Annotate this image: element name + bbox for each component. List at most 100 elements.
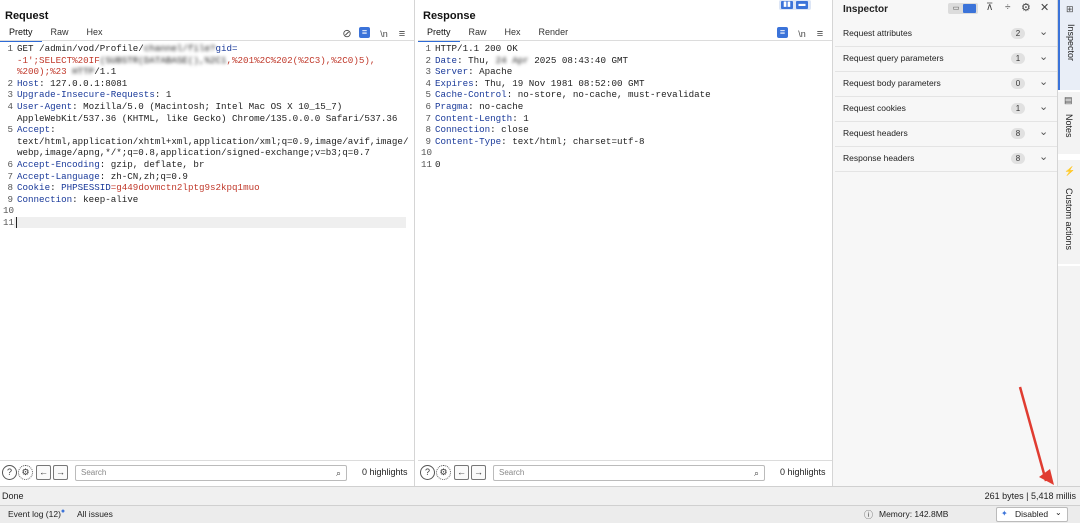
response-title: Response	[423, 10, 476, 22]
code-line: 7 Accept-Language: zh-CN,zh;q=0.9	[7, 170, 409, 183]
chevron-down-icon[interactable]: ⌄	[1039, 75, 1048, 88]
line-number: 1	[425, 43, 431, 54]
back-arrow-icon[interactable]: ←	[454, 465, 469, 480]
inspector-section[interactable]: Response headers 8 ⌄	[835, 147, 1057, 172]
request-tabs: Pretty Raw Hex	[0, 24, 112, 42]
disabled-selector[interactable]: ✦ Disabled ⌄	[996, 507, 1068, 522]
expand-all-icon[interactable]: ÷	[1005, 2, 1011, 13]
layout-panel-icon[interactable]	[963, 4, 976, 13]
red-arrow-annotation	[1018, 386, 1054, 485]
side-tab-notes[interactable]: ▤ Notes	[1058, 92, 1080, 154]
chevron-down-icon[interactable]: ⌄	[1039, 125, 1048, 138]
tab-hex[interactable]: Hex	[78, 24, 112, 40]
newline-toggle-icon[interactable]: \n	[377, 27, 391, 41]
request-pane: Request Pretty Raw Hex ⊘ ≡ \n ≡ 1 GET /admi…	[0, 0, 414, 486]
inspector-section-label: Request attributes	[843, 28, 912, 38]
chevron-down-icon[interactable]: ⌄	[1039, 50, 1048, 63]
code-line: 9 Content-Type: text/html; charset=utf-8	[425, 136, 827, 148]
back-arrow-icon[interactable]: ←	[36, 465, 51, 480]
header-name: Upgrade-Insecure-Requests	[17, 89, 155, 101]
code-line: webp,image/apng,*/*;q=0.8,application/si…	[17, 147, 409, 159]
event-log-link[interactable]: Event log (12)●	[8, 508, 65, 519]
all-issues-link[interactable]: All issues	[77, 509, 113, 519]
settings-gear-icon[interactable]: ⚙	[18, 465, 33, 480]
inspector-layout-toggle[interactable]: ▭	[948, 3, 978, 14]
response-search-bar: ? ⚙ ← → Search ⌕ 0 highlights	[418, 460, 832, 485]
forward-arrow-icon[interactable]: →	[53, 465, 68, 480]
footer-bar: Event log (12)● All issues ⓘ Memory: 142…	[0, 505, 1080, 523]
pretty-print-icon[interactable]: ≡	[359, 27, 370, 38]
code-line: 1 GET /admin/vod/Profile/channel/file?gid…	[7, 43, 409, 55]
code-line: 2 Date: Thu, 24 Apr 2025 08:43:40 GMT	[425, 54, 827, 67]
response-editor[interactable]: 1 HTTP/1.1 200 OK 2 Date: Thu, 24 Apr 2025 …	[421, 43, 827, 171]
inspector-section[interactable]: Request body parameters 0 ⌄	[835, 72, 1057, 97]
settings-gear-icon[interactable]: ⚙	[436, 465, 451, 480]
chevron-down-icon[interactable]: ⌄	[1039, 150, 1048, 163]
count-badge: 1	[1011, 103, 1025, 114]
search-icon: ⌕	[753, 468, 759, 478]
side-tab-custom-actions[interactable]: ⚡ Custom actions	[1058, 160, 1080, 264]
line-number: 3	[425, 66, 431, 78]
line-number: 1	[7, 43, 13, 54]
tab-raw[interactable]: Raw	[460, 24, 496, 40]
side-tab-inspector[interactable]: ⊞ Inspector	[1058, 0, 1080, 90]
settings-gear-icon[interactable]: ⚙	[1021, 1, 1031, 14]
tab-hex[interactable]: Hex	[496, 24, 530, 40]
line-number: 8	[425, 124, 431, 136]
close-icon[interactable]: ✕	[1040, 1, 1049, 14]
split-vertical-icon[interactable]: ▬	[796, 1, 808, 9]
forward-arrow-icon[interactable]: →	[471, 465, 486, 480]
menu-icon[interactable]: ≡	[395, 27, 409, 41]
code-line: 7 Content-Length: 1	[425, 112, 827, 125]
tab-render[interactable]: Render	[530, 24, 578, 40]
chevron-down-icon[interactable]: ⌄	[1039, 100, 1048, 113]
pretty-print-icon[interactable]: ≡	[777, 27, 788, 38]
side-tab-notes-label: Notes	[1064, 114, 1074, 138]
help-icon[interactable]: ?	[420, 465, 435, 480]
hide-eye-icon[interactable]: ⊘	[340, 27, 354, 41]
code-line: 10	[3, 205, 409, 217]
code-text: webp,image/apng,*/*;q=0.8,application/si…	[17, 147, 370, 159]
line-number: 11	[3, 216, 15, 228]
code-line: 6 Pragma: no-cache	[425, 101, 827, 113]
inspector-title: Inspector	[843, 4, 889, 15]
chevron-down-icon[interactable]: ⌄	[1039, 25, 1048, 38]
header-name: gid=	[215, 43, 238, 54]
header-name: Accept	[17, 124, 51, 136]
inspector-section[interactable]: Request query parameters 1 ⌄	[835, 47, 1057, 72]
code-text: /1.1	[94, 66, 117, 78]
tab-raw[interactable]: Raw	[42, 24, 78, 40]
code-line: 6 Accept-Encoding: gzip, deflate, br	[7, 159, 409, 171]
newline-toggle-icon[interactable]: \n	[795, 27, 809, 41]
code-text: : no-store, no-cache, must-revalidate	[506, 89, 711, 101]
code-text: : 1	[512, 112, 529, 124]
split-horizontal-icon[interactable]: ▮▮	[781, 1, 793, 9]
custom-actions-icon: ⚡	[1064, 166, 1076, 176]
request-search-input[interactable]: Search ⌕	[75, 465, 347, 481]
redacted-text: (SUBSTR(DATABASE(),%2C1	[99, 54, 227, 66]
line-number: 2	[425, 54, 431, 66]
code-text: : close	[490, 124, 529, 136]
inspector-section[interactable]: Request headers 8 ⌄	[835, 122, 1057, 147]
collapse-all-icon[interactable]: ⊼	[986, 2, 993, 13]
code-line: %200);%23 HTTP/1.1	[17, 66, 409, 78]
inspector-section-label: Request body parameters	[843, 78, 941, 88]
header-name: Accept-Language	[17, 170, 100, 182]
code-text: 2025 08:43:40 GMT	[528, 54, 629, 66]
menu-icon[interactable]: ≡	[813, 27, 827, 41]
layout-toggle[interactable]: ▮▮ ▬	[779, 0, 811, 10]
code-line: 11	[3, 217, 409, 229]
inspector-section-label: Request query parameters	[843, 53, 944, 63]
ai-icon: ✦	[1001, 509, 1008, 518]
code-line: 8 Cookie: PHPSESSID=g449dovmctn2lptg9s2kp…	[7, 182, 409, 194]
response-search-input[interactable]: Search ⌕	[493, 465, 765, 481]
inspector-section[interactable]: Request attributes 2 ⌄	[835, 22, 1057, 47]
layout-list-icon[interactable]: ▭	[950, 4, 962, 13]
line-number: 10	[421, 147, 433, 159]
event-log-label: Event log (12)	[8, 509, 61, 519]
line-number: 11	[421, 158, 433, 170]
header-name: Date	[435, 54, 458, 66]
help-icon[interactable]: ?	[2, 465, 17, 480]
inspector-section[interactable]: Request cookies 1 ⌄	[835, 97, 1057, 122]
request-editor[interactable]: 1 GET /admin/vod/Profile/channel/file?gid…	[3, 43, 409, 229]
